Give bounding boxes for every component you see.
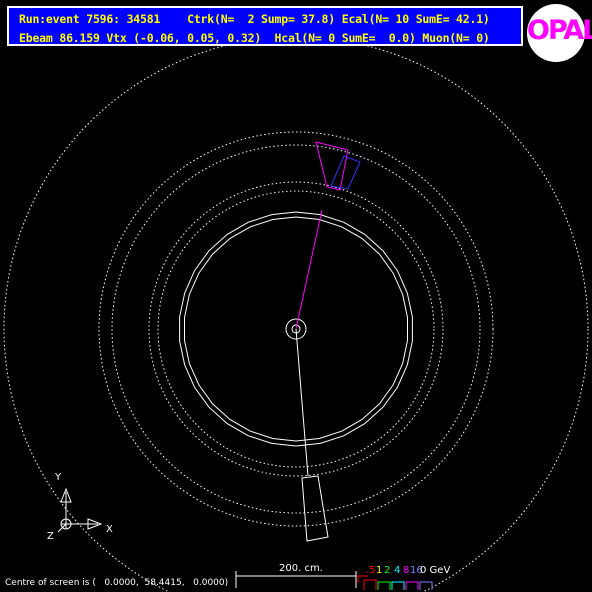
axis-label-y: Y [55, 472, 62, 483]
axes-indicator [57, 487, 103, 533]
header-line-2: Ebeam 86.159 Vtx (-0.06, 0.05, 0.32) Hca… [19, 31, 490, 45]
energy-legend-bars [357, 575, 433, 590]
energy-legend-item: 1 [376, 565, 383, 576]
outer-muon-ring [3, 36, 589, 592]
track-magenta [295, 209, 323, 330]
scale-label: 200. cm. [279, 563, 323, 574]
status-line: Centre of screen is ( 0.0000, 58.4415, 0… [5, 578, 229, 588]
energy-legend-item: 8 [403, 565, 410, 576]
energy-legend-item: .5 [366, 565, 376, 576]
energy-legend-unit: 0 GeV [420, 565, 451, 576]
track-white [295, 328, 309, 477]
header-line-1: Run:event 7596: 34581 Ctrk(N= 2 Sump= 37… [19, 12, 490, 26]
event-display [3, 36, 589, 592]
energy-legend-item: 4 [394, 565, 401, 576]
opal-logo: OPAL [527, 4, 592, 62]
axis-label-x: X [106, 524, 113, 535]
axis-label-z: Z [47, 531, 54, 542]
event-info-header: Run:event 7596: 34581 Ctrk(N= 2 Sump= 37… [7, 6, 523, 46]
energy-legend-item: 2 [384, 565, 391, 576]
ecal-tower-bottom [301, 475, 329, 542]
opal-logo-text: OPAL [527, 15, 592, 46]
